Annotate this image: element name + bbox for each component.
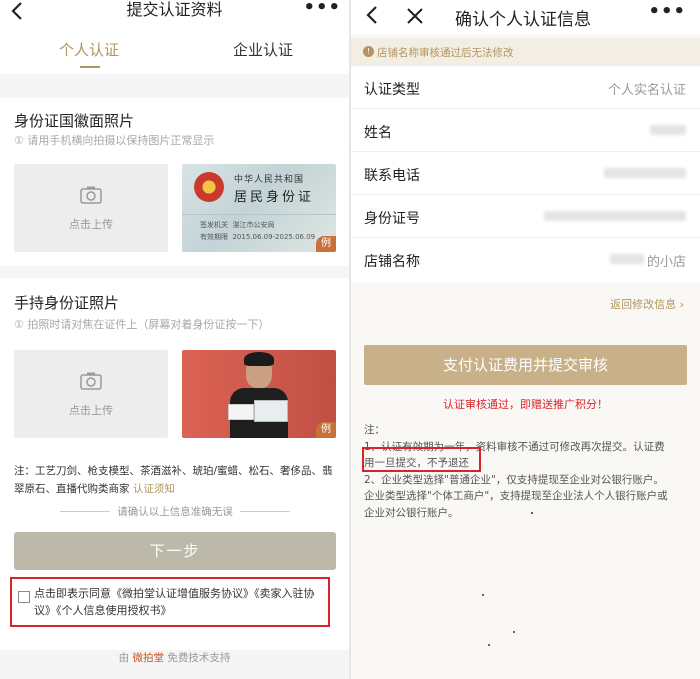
held-card-front-shape [254, 400, 288, 422]
footer: 由 微拍堂 免费技术支持 [0, 650, 349, 665]
id-hold-title: 手持身份证照片 [14, 294, 120, 312]
example-mark: 例 [316, 236, 336, 252]
screen-speck [482, 594, 484, 596]
example-mark: 例 [316, 422, 336, 438]
id-hold-hint: ① 拍照时请对焦在证件上（屏幕对着身份证按一下） [14, 318, 270, 331]
sample-card-stripe [182, 214, 336, 215]
tab-enterprise[interactable]: 企业认证 [233, 39, 293, 60]
info-row-shop-name: 店铺名称 的小店 [351, 238, 700, 281]
sample-card-authority-value: 湛江市公安局 [232, 221, 275, 229]
info-row-id-number: 身份证号 [351, 195, 700, 238]
auth-notice-link[interactable]: 认证须知 [133, 483, 175, 495]
right-screen: 确认个人认证信息 ••• ! 店铺名称审核通过后无法修改 认证类型 个人实名认证… [351, 0, 700, 679]
sample-card-authority: 签发机关 湛江市公安局 [200, 220, 274, 230]
redacted-value [650, 125, 686, 135]
redacted-value [544, 211, 686, 221]
id-front-section: 身份证国徽面照片 ① 请用手机横向拍摄以保持图片正常显示 点击上传 中华人民共和… [0, 98, 349, 266]
info-label: 认证类型 [364, 82, 420, 98]
notice-banner: ! 店铺名称审核通过后无法修改 [351, 38, 700, 66]
screen-speck [513, 631, 515, 633]
notes-line: 企业对公银行账户。 [364, 506, 459, 519]
footer-brand: 微拍堂 [132, 652, 165, 664]
page-title: 确认个人认证信息 [455, 10, 591, 30]
active-tab-indicator [80, 66, 100, 68]
sample-card-validity-label: 有效期限 [200, 233, 228, 241]
footer-suffix: 免费技术支持 [167, 652, 231, 664]
id-front-title: 身份证国徽面照片 [14, 112, 135, 130]
info-label: 身份证号 [364, 211, 420, 227]
id-front-hint: ① 请用手机横向拍摄以保持图片正常显示 [14, 134, 215, 147]
left-screen: 提交认证资料 ••• 个人认证 企业认证 身份证国徽面照片 ① 请用手机横向拍摄… [0, 0, 349, 679]
sample-card-validity: 有效期限 2015.06.09-2025.06.09 [200, 232, 315, 242]
confirm-info-line: 请确认以上信息准确无误 [60, 504, 290, 519]
screen-speck [488, 644, 490, 646]
info-value: 个人实名认证 [607, 83, 686, 98]
info-label: 姓名 [364, 125, 392, 141]
footer-prefix: 由 [118, 652, 130, 664]
info-label: 店铺名称 [364, 254, 420, 270]
camera-icon [80, 372, 102, 390]
id-front-sample-image: 中华人民共和国 居民身份证 签发机关 湛江市公安局 有效期限 2015.06.0… [182, 164, 336, 252]
held-card-back-shape [228, 404, 254, 420]
banner-text: 店铺名称审核通过后无法修改 [377, 47, 514, 59]
agreement-checkbox[interactable] [18, 591, 30, 603]
upload-label: 点击上传 [69, 404, 113, 417]
auth-tabs: 个人认证 企业认证 [0, 26, 349, 74]
redacted-value [604, 168, 686, 178]
more-dots-icon[interactable]: ••• [303, 0, 341, 17]
chevron-left-icon[interactable] [361, 4, 385, 28]
camera-icon [80, 186, 102, 204]
sample-card-validity-value: 2015.06.09-2025.06.09 [232, 233, 316, 241]
agreement-highlight-box: 点击即表示同意《微拍堂认证增值服务协议》《卖家入驻协议》《个人信息使用授权书》 [10, 577, 330, 627]
reward-text: 认证审核通过，即赠送推广积分！ [443, 398, 608, 411]
sample-card-line2: 居民身份证 [234, 190, 315, 205]
category-notice: 注：工艺刀剑、枪支模型、茶酒滋补、琥珀/蜜蜡、松石、奢侈品、翡翠原石、直播代购类… [14, 462, 336, 498]
next-step-button[interactable]: 下一步 [14, 532, 336, 570]
info-row-name: 姓名 [351, 109, 700, 152]
id-hold-upload-button[interactable]: 点击上传 [14, 350, 168, 438]
pay-submit-button[interactable]: 支付认证费用并提交审核 [364, 345, 687, 385]
left-nav-bar: 提交认证资料 ••• [0, 0, 349, 26]
info-list: 认证类型 个人实名认证 姓名 联系电话 身份证号 店铺名称 的小店 [351, 66, 700, 282]
page-title: 提交认证资料 [126, 0, 223, 19]
tab-personal[interactable]: 个人认证 [59, 39, 119, 60]
info-value: 的小店 [646, 255, 686, 270]
notes-line: 2、企业类型选择"普通企业"，仅支持提现至企业对公银行账户。 [364, 473, 664, 486]
screen-speck [531, 512, 533, 514]
sample-card-line1: 中华人民共和国 [234, 175, 305, 185]
id-front-upload-button[interactable]: 点击上传 [14, 164, 168, 252]
info-row-type: 认证类型 个人实名认证 [351, 66, 700, 109]
back-edit-link[interactable]: 返回修改信息 › [610, 296, 684, 312]
info-icon: ! [363, 46, 374, 57]
id-hold-section: 手持身份证照片 ① 拍照时请对焦在证件上（屏幕对着身份证按一下） 点击上传 例 [0, 278, 349, 450]
info-row-phone: 联系电话 [351, 152, 700, 195]
refund-highlight-box [362, 447, 481, 472]
more-dots-icon[interactable]: ••• [648, 3, 686, 21]
id-hold-sample-image: 例 [182, 350, 336, 438]
bottom-section: 注：工艺刀剑、枪支模型、茶酒滋补、琥珀/蜜蜡、松石、奢侈品、翡翠原石、直播代购类… [0, 450, 349, 650]
right-nav-bar: 确认个人认证信息 ••• [351, 0, 700, 34]
person-hair-shape [244, 352, 274, 366]
agreement-text[interactable]: 点击即表示同意《微拍堂认证增值服务协议》《卖家入驻协议》《个人信息使用授权书》 [34, 585, 326, 619]
notes-line: 企业类型选择"个体工商户"，支持提现至企业法人个人银行账户或 [364, 490, 668, 502]
national-emblem-icon [194, 172, 224, 202]
info-label: 联系电话 [364, 168, 420, 184]
sample-card-authority-label: 签发机关 [200, 221, 228, 229]
upload-label: 点击上传 [69, 218, 113, 231]
notes-title: 注： [364, 424, 385, 436]
close-icon[interactable] [405, 6, 425, 26]
redacted-value [610, 254, 644, 264]
